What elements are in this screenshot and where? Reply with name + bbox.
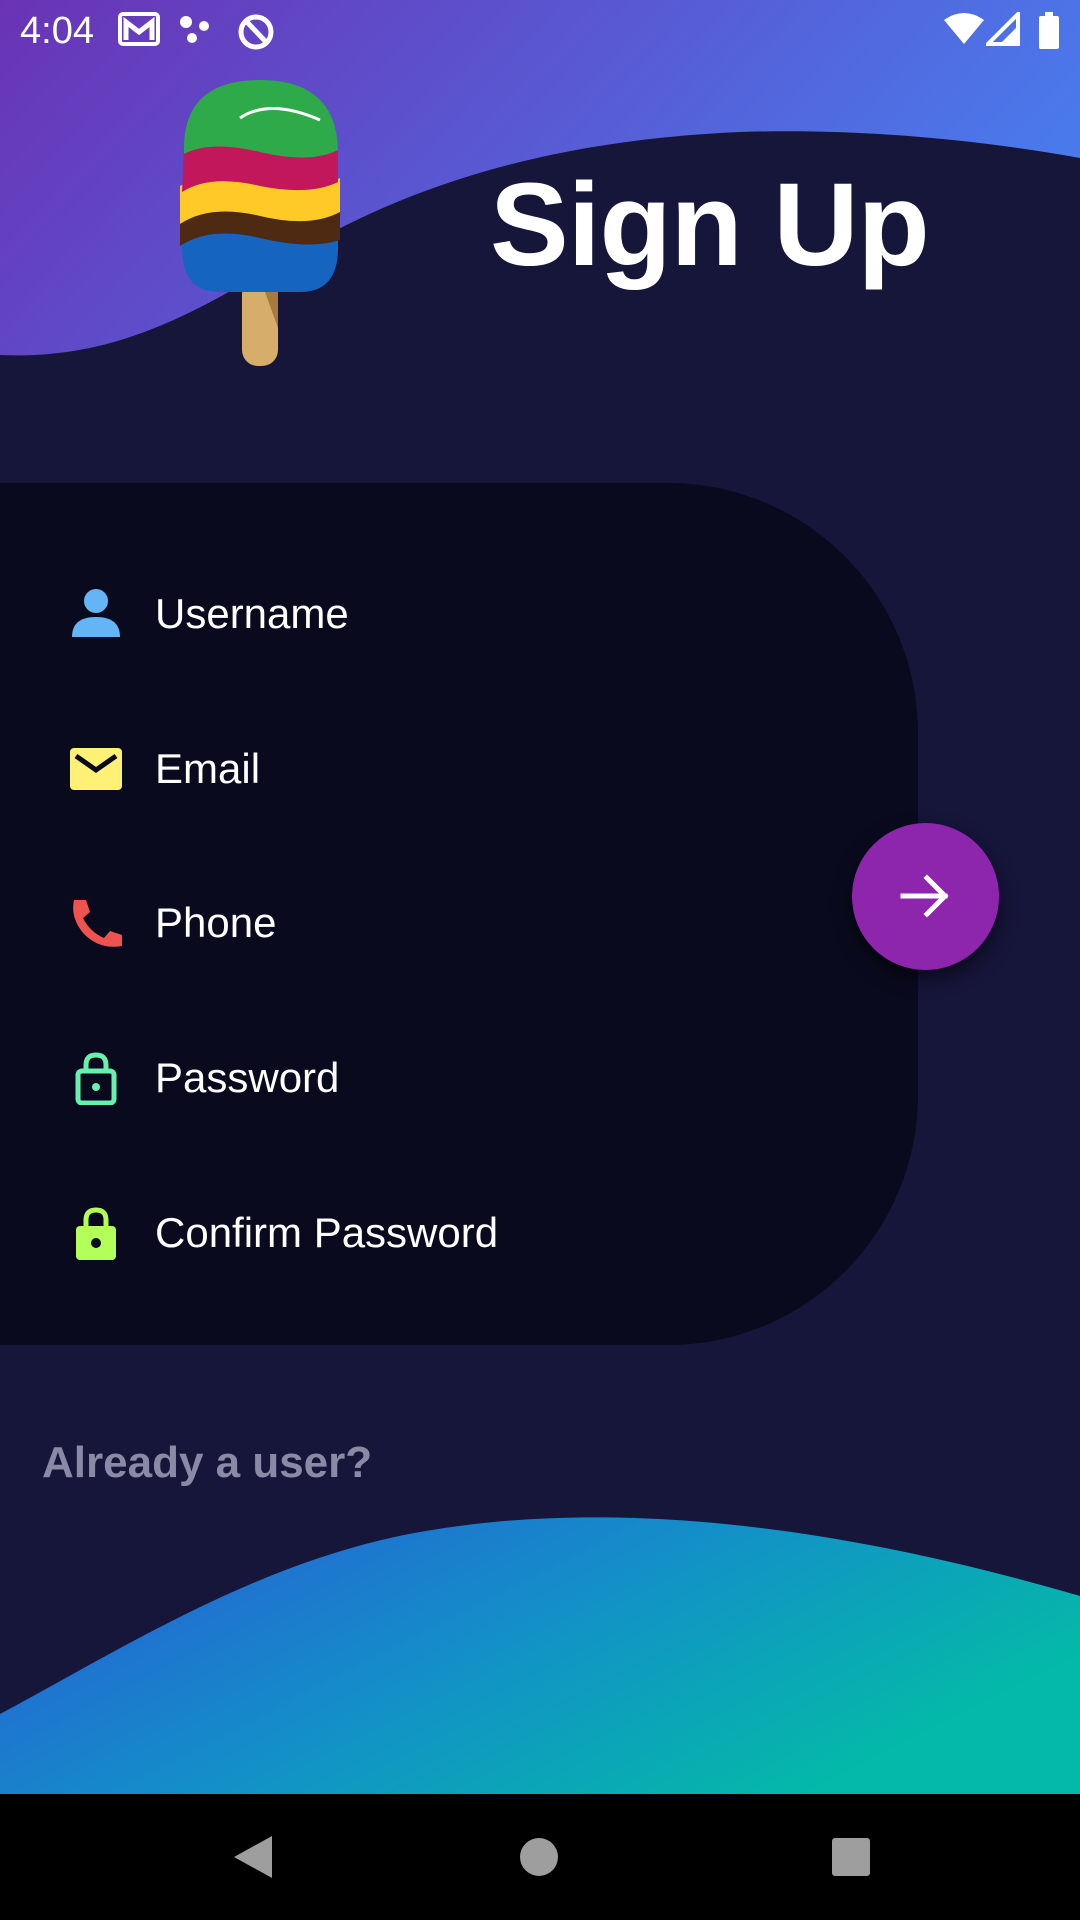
- back-icon: [234, 1836, 272, 1878]
- phone-field[interactable]: Phone: [0, 866, 880, 976]
- lock-open-icon: [66, 1051, 126, 1105]
- recents-icon: [832, 1838, 870, 1876]
- phone-icon: [66, 896, 126, 950]
- confirm-password-label: Confirm Password: [155, 1209, 499, 1256]
- username-field[interactable]: Username: [0, 557, 880, 667]
- battery-icon: [1038, 12, 1060, 50]
- person-icon: [66, 587, 126, 641]
- password-label: Password: [155, 1054, 340, 1101]
- dots-icon: [178, 12, 218, 50]
- email-field[interactable]: Email: [0, 712, 880, 822]
- username-label: Username: [155, 590, 349, 637]
- password-field[interactable]: Password: [0, 1021, 880, 1131]
- phone-label: Phone: [155, 899, 277, 946]
- page-title: Sign Up: [490, 159, 930, 291]
- home-icon: [520, 1838, 558, 1876]
- gmail-icon: [118, 12, 160, 50]
- email-icon: [66, 742, 126, 796]
- navigation-bar: [0, 1794, 1080, 1920]
- home-button[interactable]: [480, 1794, 600, 1920]
- bottom-wave-decoration: [0, 1517, 1080, 1794]
- cellular-signal-icon: [986, 12, 1020, 50]
- arrow-right-icon: [900, 874, 949, 918]
- already-user-link[interactable]: Already a user?: [42, 1437, 372, 1489]
- popsicle-logo: [170, 78, 350, 370]
- lock-icon: [66, 1206, 126, 1260]
- confirm-password-field[interactable]: Confirm Password: [0, 1176, 880, 1286]
- recents-button[interactable]: [792, 1794, 912, 1920]
- data-saver-icon: [236, 12, 276, 50]
- email-label: Email: [155, 745, 261, 792]
- wifi-icon: [944, 12, 984, 50]
- status-time: 4:04: [20, 10, 94, 52]
- back-button[interactable]: [194, 1794, 314, 1920]
- next-button[interactable]: [852, 823, 999, 970]
- status-bar: 4:04: [0, 0, 1080, 62]
